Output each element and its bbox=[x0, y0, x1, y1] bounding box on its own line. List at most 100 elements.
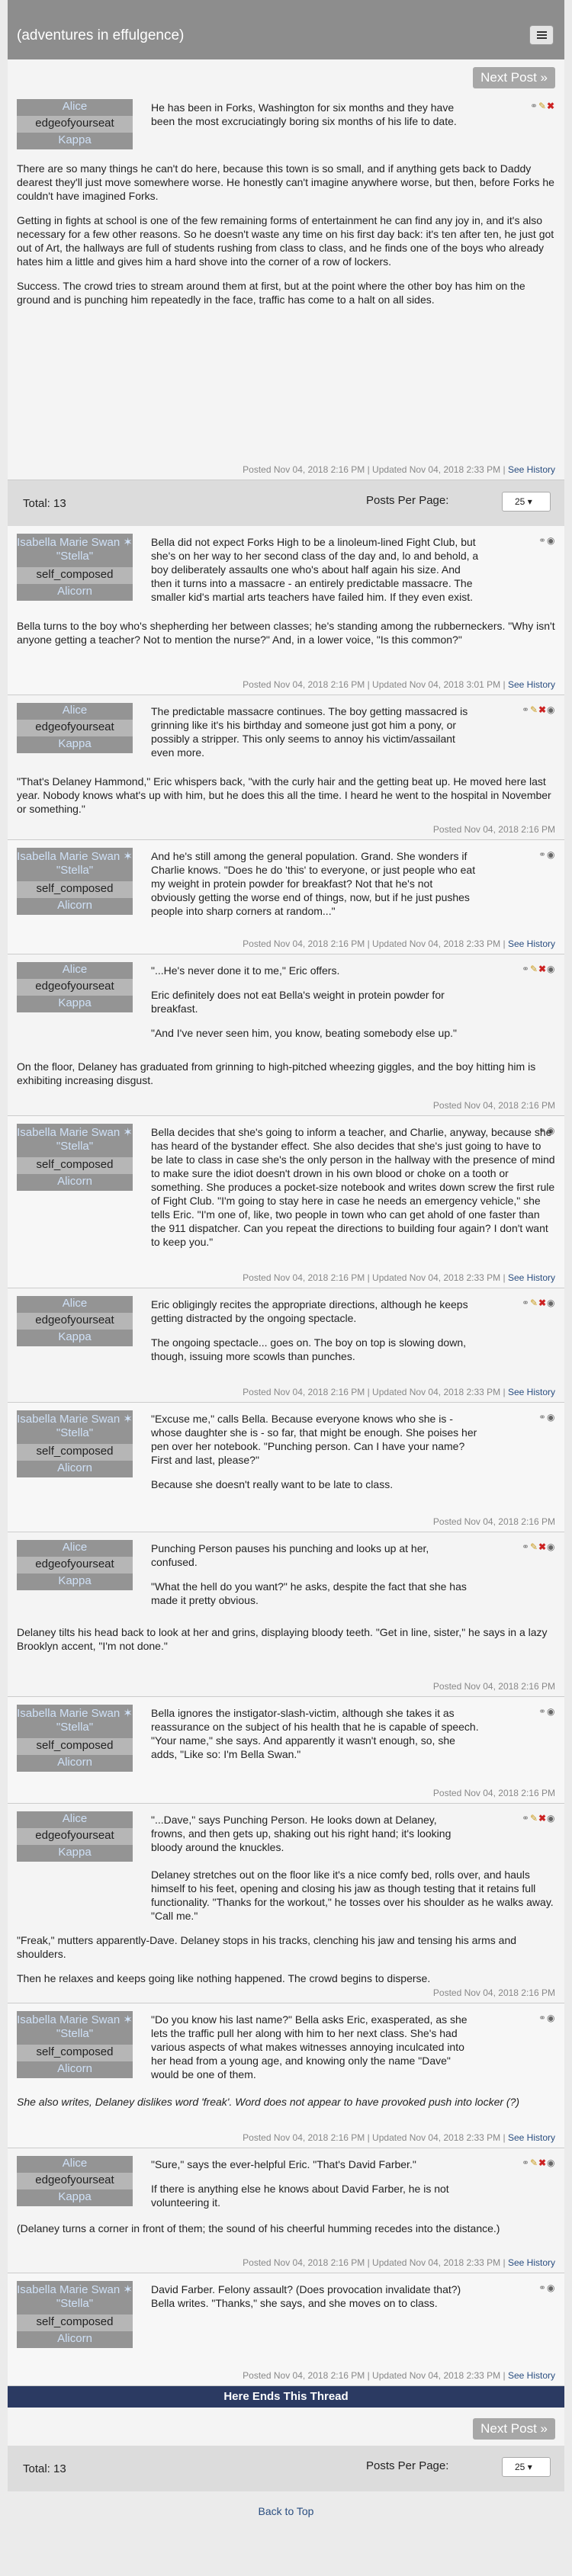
character-name[interactable]: Alice bbox=[17, 703, 133, 720]
character-name[interactable]: Alice bbox=[17, 1540, 133, 1557]
see-history-link[interactable]: See History bbox=[508, 2257, 555, 2268]
see-history-link[interactable]: See History bbox=[508, 938, 555, 949]
eye-icon[interactable]: ◉ bbox=[547, 964, 555, 974]
link-icon[interactable]: ⚭ bbox=[522, 704, 530, 715]
character-name[interactable]: Isabella Marie Swan ✶ "Stella" bbox=[17, 2281, 133, 2315]
author-name[interactable]: self_composed bbox=[17, 1444, 133, 1461]
link-icon[interactable]: ⚭ bbox=[522, 964, 530, 974]
post: Isabella Marie Swan ✶ "Stella" self_comp… bbox=[8, 840, 564, 954]
eye-icon[interactable]: ◉ bbox=[547, 1412, 555, 1423]
edit-icon[interactable]: ✎ bbox=[530, 2157, 538, 2168]
delete-icon[interactable]: ✖ bbox=[538, 964, 547, 974]
link-icon[interactable]: ⚭ bbox=[538, 535, 547, 546]
per-page-select[interactable]: 25 ▾ bbox=[502, 2457, 551, 2477]
author-name[interactable]: edgeofyourseat bbox=[17, 2173, 133, 2189]
character-name[interactable]: Isabella Marie Swan ✶ "Stella" bbox=[17, 534, 133, 567]
character-name[interactable]: Isabella Marie Swan ✶ "Stella" bbox=[17, 1124, 133, 1157]
per-page-select[interactable]: 25 ▾ bbox=[502, 492, 551, 512]
board-name[interactable]: Kappa bbox=[17, 133, 133, 149]
top-bar: (adventures in effulgence) bbox=[8, 0, 564, 59]
next-post-button[interactable]: Next Post » bbox=[473, 67, 555, 88]
edit-icon[interactable]: ✎ bbox=[530, 1298, 538, 1308]
author-name[interactable]: edgeofyourseat bbox=[17, 979, 133, 996]
see-history-link[interactable]: See History bbox=[508, 2132, 555, 2143]
board-name[interactable]: Kappa bbox=[17, 1574, 133, 1590]
character-name[interactable]: Isabella Marie Swan ✶ "Stella" bbox=[17, 1410, 133, 1444]
eye-icon[interactable]: ◉ bbox=[547, 2282, 555, 2293]
see-history-link[interactable]: See History bbox=[508, 679, 555, 690]
board-name[interactable]: Kappa bbox=[17, 1845, 133, 1862]
author-name[interactable]: self_composed bbox=[17, 1157, 133, 1174]
board-name[interactable]: Alicorn bbox=[17, 1461, 133, 1477]
author-name[interactable]: edgeofyourseat bbox=[17, 1828, 133, 1845]
author-name[interactable]: self_composed bbox=[17, 2045, 133, 2061]
author-name[interactable]: self_composed bbox=[17, 567, 133, 584]
eye-icon[interactable]: ◉ bbox=[547, 1813, 555, 1824]
see-history-link[interactable]: See History bbox=[508, 2370, 555, 2381]
board-name[interactable]: Kappa bbox=[17, 736, 133, 753]
board-name[interactable]: Alicorn bbox=[17, 898, 133, 915]
board-name[interactable]: Alicorn bbox=[17, 2061, 133, 2078]
character-name[interactable]: Alice bbox=[17, 1296, 133, 1313]
character-name[interactable]: Isabella Marie Swan ✶ "Stella" bbox=[17, 1705, 133, 1738]
edit-icon[interactable]: ✎ bbox=[530, 1813, 538, 1824]
link-icon[interactable]: ⚭ bbox=[538, 1412, 547, 1423]
link-icon[interactable]: ⚭ bbox=[530, 101, 538, 111]
delete-icon[interactable]: ✖ bbox=[538, 1813, 547, 1824]
see-history-link[interactable]: See History bbox=[508, 1272, 555, 1283]
author-name[interactable]: self_composed bbox=[17, 881, 133, 898]
author-name[interactable]: self_composed bbox=[17, 2315, 133, 2331]
menu-button[interactable] bbox=[529, 25, 554, 45]
character-name[interactable]: Alice bbox=[17, 962, 133, 979]
eye-icon[interactable]: ◉ bbox=[547, 704, 555, 715]
board-name[interactable]: Kappa bbox=[17, 2189, 133, 2206]
delete-icon[interactable]: ✖ bbox=[538, 1541, 547, 1552]
link-icon[interactable]: ⚭ bbox=[538, 2013, 547, 2023]
link-icon[interactable]: ⚭ bbox=[538, 2282, 547, 2293]
eye-icon[interactable]: ◉ bbox=[547, 1706, 555, 1717]
board-name[interactable]: Alicorn bbox=[17, 1755, 133, 1772]
delete-icon[interactable]: ✖ bbox=[538, 2157, 547, 2168]
back-to-top-link[interactable]: Back to Top bbox=[0, 2491, 572, 2554]
character-name[interactable]: Alice bbox=[17, 1811, 133, 1828]
site-brand[interactable]: (adventures in effulgence) bbox=[17, 27, 184, 44]
author-name[interactable]: edgeofyourseat bbox=[17, 720, 133, 736]
board-name[interactable]: Alicorn bbox=[17, 1174, 133, 1191]
author-name[interactable]: edgeofyourseat bbox=[17, 116, 133, 133]
author-name[interactable]: self_composed bbox=[17, 1738, 133, 1755]
character-name[interactable]: Alice bbox=[17, 2156, 133, 2173]
edit-icon[interactable]: ✎ bbox=[530, 704, 538, 715]
link-icon[interactable]: ⚭ bbox=[522, 1541, 530, 1552]
eye-icon[interactable]: ◉ bbox=[547, 1298, 555, 1308]
character-name[interactable]: Isabella Marie Swan ✶ "Stella" bbox=[17, 848, 133, 881]
see-history-link[interactable]: See History bbox=[508, 1387, 555, 1397]
link-icon[interactable]: ⚭ bbox=[538, 849, 547, 860]
board-name[interactable]: Alicorn bbox=[17, 2331, 133, 2348]
delete-icon[interactable]: ✖ bbox=[547, 101, 555, 111]
post-text: Bella did not expect Forks High to be a … bbox=[151, 536, 479, 603]
edit-icon[interactable]: ✎ bbox=[530, 1541, 538, 1552]
board-name[interactable]: Kappa bbox=[17, 996, 133, 1012]
board-name[interactable]: Kappa bbox=[17, 1330, 133, 1346]
character-name[interactable]: Alice bbox=[17, 99, 133, 116]
delete-icon[interactable]: ✖ bbox=[538, 704, 547, 715]
eye-icon[interactable]: ◉ bbox=[547, 849, 555, 860]
delete-icon[interactable]: ✖ bbox=[538, 1298, 547, 1308]
author-name[interactable]: edgeofyourseat bbox=[17, 1313, 133, 1330]
next-post-button[interactable]: Next Post » bbox=[473, 2418, 555, 2440]
character-name[interactable]: Isabella Marie Swan ✶ "Stella" bbox=[17, 2011, 133, 2045]
eye-icon[interactable]: ◉ bbox=[547, 535, 555, 546]
link-icon[interactable]: ⚭ bbox=[538, 1706, 547, 1717]
eye-icon[interactable]: ◉ bbox=[547, 2157, 555, 2168]
board-name[interactable]: Alicorn bbox=[17, 584, 133, 601]
author-name[interactable]: edgeofyourseat bbox=[17, 1557, 133, 1574]
edit-icon[interactable]: ✎ bbox=[530, 964, 538, 974]
character-block: Isabella Marie Swan ✶ "Stella" self_comp… bbox=[17, 2011, 133, 2078]
link-icon[interactable]: ⚭ bbox=[522, 1298, 530, 1308]
eye-icon[interactable]: ◉ bbox=[547, 1541, 555, 1552]
eye-icon[interactable]: ◉ bbox=[547, 2013, 555, 2023]
link-icon[interactable]: ⚭ bbox=[522, 1813, 530, 1824]
edit-icon[interactable]: ✎ bbox=[538, 101, 547, 111]
link-icon[interactable]: ⚭ bbox=[522, 2157, 530, 2168]
see-history-link[interactable]: See History bbox=[508, 464, 555, 475]
